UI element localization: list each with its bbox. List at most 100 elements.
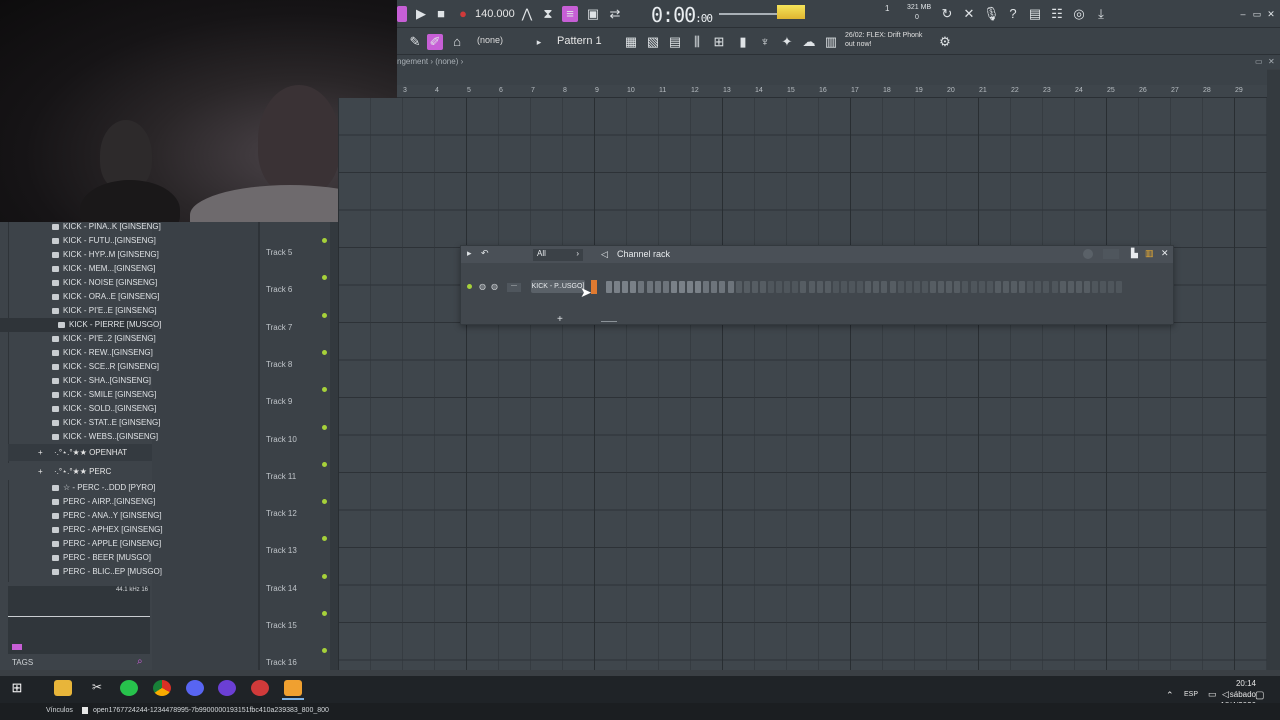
chrome-icon[interactable]	[153, 680, 171, 696]
step-button[interactable]	[873, 281, 880, 293]
step-button[interactable]	[792, 281, 799, 293]
pattern-arrow-icon[interactable]: ▸	[531, 34, 547, 50]
track-name[interactable]: Track 10	[266, 435, 297, 444]
playlist-close-icon[interactable]: ✕	[1268, 55, 1275, 69]
step-button[interactable]	[1043, 281, 1050, 293]
search-icon[interactable]: ⌕	[137, 656, 143, 667]
browser-item[interactable]: KICK - MEM...[GINSENG]	[0, 262, 155, 276]
browser-item[interactable]: KICK - SHA..[GINSENG]	[0, 374, 152, 388]
stop-icon[interactable]: ■	[433, 6, 449, 22]
status-file-name[interactable]: open1767724244-1234478995-7b990000019315…	[93, 703, 329, 718]
browser-item[interactable]: PERC - BEER [MUSGO]	[0, 551, 152, 565]
step-button[interactable]	[986, 281, 993, 293]
browser-item[interactable]: KICK - PI'E..E [GINSENG]	[0, 304, 157, 318]
track-led[interactable]	[322, 349, 327, 355]
channel-vol-knob[interactable]: ◍	[491, 282, 498, 291]
discord-icon[interactable]	[186, 680, 204, 696]
tempo-display[interactable]: 140.000	[475, 8, 515, 20]
rack-swing-knob[interactable]	[1083, 249, 1093, 259]
track-led[interactable]	[322, 424, 327, 430]
folder-perc[interactable]: + ·.°⋆.°★★ PERC	[8, 463, 152, 480]
step-button[interactable]	[695, 281, 702, 293]
track-led[interactable]	[322, 648, 327, 654]
step-button[interactable]	[1051, 281, 1058, 293]
mixer-icon[interactable]: ☷	[1049, 6, 1065, 22]
step-button[interactable]	[954, 281, 961, 293]
plugin-icon[interactable]: ▮	[735, 34, 751, 50]
step-button[interactable]	[1035, 281, 1042, 293]
step-button[interactable]	[1100, 281, 1107, 293]
browser-item[interactable]: KICK - PI'E..2 [GINSENG]	[0, 332, 156, 346]
notifications-icon[interactable]: ▢	[1255, 690, 1264, 701]
paint-icon[interactable]: ⌂	[449, 34, 465, 50]
rack-scroll-handle[interactable]	[601, 321, 617, 322]
news-icon[interactable]: ▥	[823, 34, 839, 50]
step-button[interactable]	[638, 281, 645, 293]
track-name[interactable]: Track 12	[266, 509, 297, 518]
mixer-view-icon[interactable]: ⫼	[689, 34, 705, 50]
track-name[interactable]: Track 6	[266, 285, 292, 294]
track-name[interactable]: Track 16	[266, 658, 297, 667]
step-button[interactable]	[970, 281, 977, 293]
channel-pan-knob[interactable]: ◍	[479, 282, 486, 291]
browser-item[interactable]: KICK - STAT..E [GINSENG]	[0, 416, 161, 430]
track-name[interactable]: Track 11	[266, 472, 296, 481]
track-name[interactable]: Track 9	[266, 397, 292, 406]
step-button[interactable]	[865, 281, 872, 293]
track-name[interactable]: Track 7	[266, 323, 292, 332]
browser-item[interactable]: ☆ - PERC -..DDD [PYRO]	[0, 481, 156, 495]
browser-item[interactable]: PERC - APPLE [GINSENG]	[0, 537, 161, 551]
step-button[interactable]	[678, 281, 685, 293]
step-button[interactable]	[622, 281, 629, 293]
rack-speaker-icon[interactable]: ◁	[601, 249, 608, 260]
step-button[interactable]	[921, 281, 928, 293]
track-led[interactable]	[322, 573, 327, 579]
step-button[interactable]	[857, 281, 864, 293]
step-button[interactable]	[994, 281, 1001, 293]
step-button[interactable]	[759, 281, 766, 293]
step-button[interactable]	[1075, 281, 1082, 293]
step-button[interactable]	[1002, 281, 1009, 293]
step-button[interactable]	[719, 281, 726, 293]
track-led[interactable]	[322, 499, 327, 505]
master-volume-slider[interactable]	[719, 13, 779, 15]
step-button[interactable]	[768, 281, 774, 293]
step-button[interactable]	[614, 281, 621, 293]
graph-icon[interactable]: ▙	[1131, 248, 1138, 259]
step-button[interactable]	[849, 281, 855, 293]
channel-button[interactable]: KICK - P..USGO]	[531, 280, 585, 293]
settings-icon[interactable]: ⚙	[937, 34, 953, 50]
snap-selector[interactable]: (none)	[477, 35, 503, 45]
playlist-scrollbar[interactable]	[397, 69, 1267, 85]
track-led[interactable]	[322, 275, 327, 281]
record-icon[interactable]: ●	[455, 6, 471, 22]
channel-rack-icon[interactable]: ▧	[645, 34, 661, 50]
step-button[interactable]	[840, 281, 847, 293]
windows-start-icon[interactable]: ⊞	[8, 680, 26, 696]
piano-icon[interactable]: ▥	[1145, 248, 1154, 259]
step-button[interactable]	[1116, 281, 1123, 293]
step-button[interactable]	[727, 281, 734, 293]
step-button[interactable]	[962, 281, 969, 293]
play-icon[interactable]: ▶	[413, 6, 429, 22]
piano-roll-icon[interactable]: ▤	[667, 34, 683, 50]
track-name[interactable]: Track 13	[266, 546, 297, 555]
step-button[interactable]	[824, 281, 831, 293]
track-name[interactable]: Track 15	[266, 621, 297, 630]
pattern-selector[interactable]: Pattern 1	[557, 33, 607, 50]
step-button[interactable]	[832, 281, 839, 293]
plugin-picker-icon[interactable]: ♆	[757, 34, 773, 50]
wait-icon[interactable]: ⧗	[540, 6, 556, 22]
step-button[interactable]	[1011, 281, 1017, 293]
cloud-icon[interactable]: ☁	[801, 34, 817, 50]
add-channel-button[interactable]: +	[557, 314, 563, 325]
microphone-icon[interactable]: 🎙	[983, 6, 1000, 22]
loop-record-icon[interactable]: ⇄	[607, 6, 623, 22]
tags-label[interactable]: TAGS	[12, 658, 33, 667]
fl-studio-taskbar-icon[interactable]	[284, 680, 302, 696]
step-button[interactable]	[946, 281, 953, 293]
step-button[interactable]	[930, 281, 936, 293]
rack-close-icon[interactable]: ✕	[1161, 248, 1169, 259]
browser-item[interactable]: PERC - BLIC..EP [MUSGO]	[0, 565, 162, 579]
whatsapp-icon[interactable]	[120, 680, 138, 696]
